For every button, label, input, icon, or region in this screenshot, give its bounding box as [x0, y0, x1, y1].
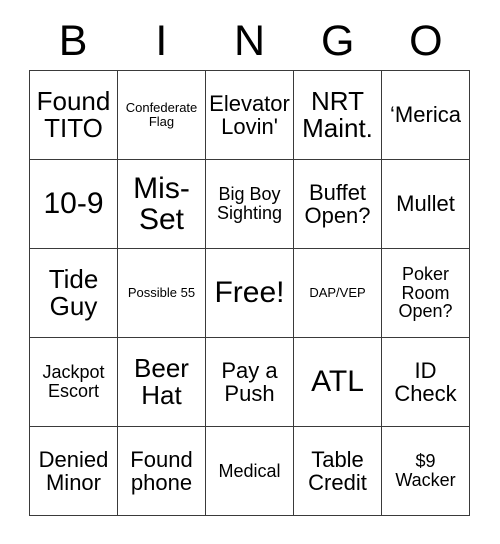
bingo-cell[interactable]: ‘Merica	[382, 71, 470, 160]
bingo-cell-label: ATL	[311, 365, 364, 399]
bingo-cell-label: Denied Minor	[38, 446, 109, 495]
bingo-cell-label: Big Boy Sighting	[216, 184, 283, 223]
bingo-cell[interactable]: Big Boy Sighting	[206, 160, 294, 249]
bingo-grid: Found TITO Confederate Flag Elevator Lov…	[29, 70, 470, 516]
bingo-cell-label: Elevator Lovin'	[209, 90, 290, 139]
bingo-cell-label: Pay a Push	[221, 357, 278, 406]
bingo-card: B I N G O Found TITO Confederate Flag El…	[29, 14, 470, 516]
bingo-cell-label: Jackpot Escort	[42, 362, 105, 401]
bingo-cell-label: Mis-Set	[133, 171, 190, 236]
bingo-cell[interactable]: Pay a Push	[206, 338, 294, 427]
bingo-cell[interactable]: Beer Hat	[118, 338, 206, 427]
bingo-cell[interactable]: Confederate Flag	[118, 71, 206, 160]
bingo-header-letter-i: I	[155, 16, 168, 65]
bingo-cell[interactable]: Buffet Open?	[294, 160, 382, 249]
bingo-cell[interactable]: Found TITO	[30, 71, 118, 160]
bingo-cell-label: Confederate Flag	[125, 100, 198, 129]
bingo-cell[interactable]: Denied Minor	[30, 427, 118, 516]
bingo-cell[interactable]: Table Credit	[294, 427, 382, 516]
bingo-cell-label: Free!	[214, 276, 285, 310]
bingo-cell[interactable]: Found phone	[118, 427, 206, 516]
bingo-cell-label: Buffet Open?	[304, 179, 371, 228]
bingo-header-letter-b: B	[58, 16, 88, 65]
bingo-cell-label: Possible 55	[127, 285, 196, 301]
bingo-header-letter-n: N	[233, 16, 266, 65]
bingo-cell[interactable]: Medical	[206, 427, 294, 516]
bingo-cell-label: 10-9	[43, 187, 104, 221]
bingo-cell[interactable]: $9 Wacker	[382, 427, 470, 516]
bingo-cell[interactable]: Possible 55	[118, 249, 206, 338]
bingo-cell-label: Table Credit	[308, 446, 367, 495]
bingo-cell[interactable]: Mis-Set	[118, 160, 206, 249]
bingo-cell[interactable]: ATL	[294, 338, 382, 427]
bingo-header-letter-o: O	[409, 16, 443, 65]
bingo-cell[interactable]: 10-9	[30, 160, 118, 249]
bingo-cell[interactable]: Mullet	[382, 160, 470, 249]
bingo-cell-label: Mullet	[396, 191, 455, 217]
bingo-cell[interactable]: Jackpot Escort	[30, 338, 118, 427]
bingo-header-row: B I N G O	[29, 14, 470, 70]
bingo-cell-label: Tide Guy	[48, 263, 99, 321]
bingo-cell-label: Medical	[218, 460, 281, 481]
bingo-cell-label: NRT Maint.	[302, 85, 373, 143]
bingo-cell-label: DAP/VEP	[309, 285, 366, 301]
bingo-cell[interactable]: Poker Room Open?	[382, 249, 470, 338]
bingo-cell[interactable]: Elevator Lovin'	[206, 71, 294, 160]
bingo-header-letter-g: G	[320, 16, 355, 65]
bingo-cell-label: Beer Hat	[134, 352, 189, 410]
bingo-cell-label: Found TITO	[36, 85, 111, 143]
bingo-cell-label: Poker Room Open?	[398, 263, 453, 322]
bingo-cell-label: ‘Merica	[390, 102, 461, 128]
bingo-cell-label: $9 Wacker	[395, 451, 456, 490]
bingo-cell-label: ID Check	[394, 357, 457, 406]
bingo-cell[interactable]: NRT Maint.	[294, 71, 382, 160]
bingo-cell[interactable]: ID Check	[382, 338, 470, 427]
bingo-cell-free[interactable]: Free!	[206, 249, 294, 338]
bingo-cell-label: Found phone	[130, 446, 193, 495]
bingo-cell[interactable]: DAP/VEP	[294, 249, 382, 338]
bingo-cell[interactable]: Tide Guy	[30, 249, 118, 338]
